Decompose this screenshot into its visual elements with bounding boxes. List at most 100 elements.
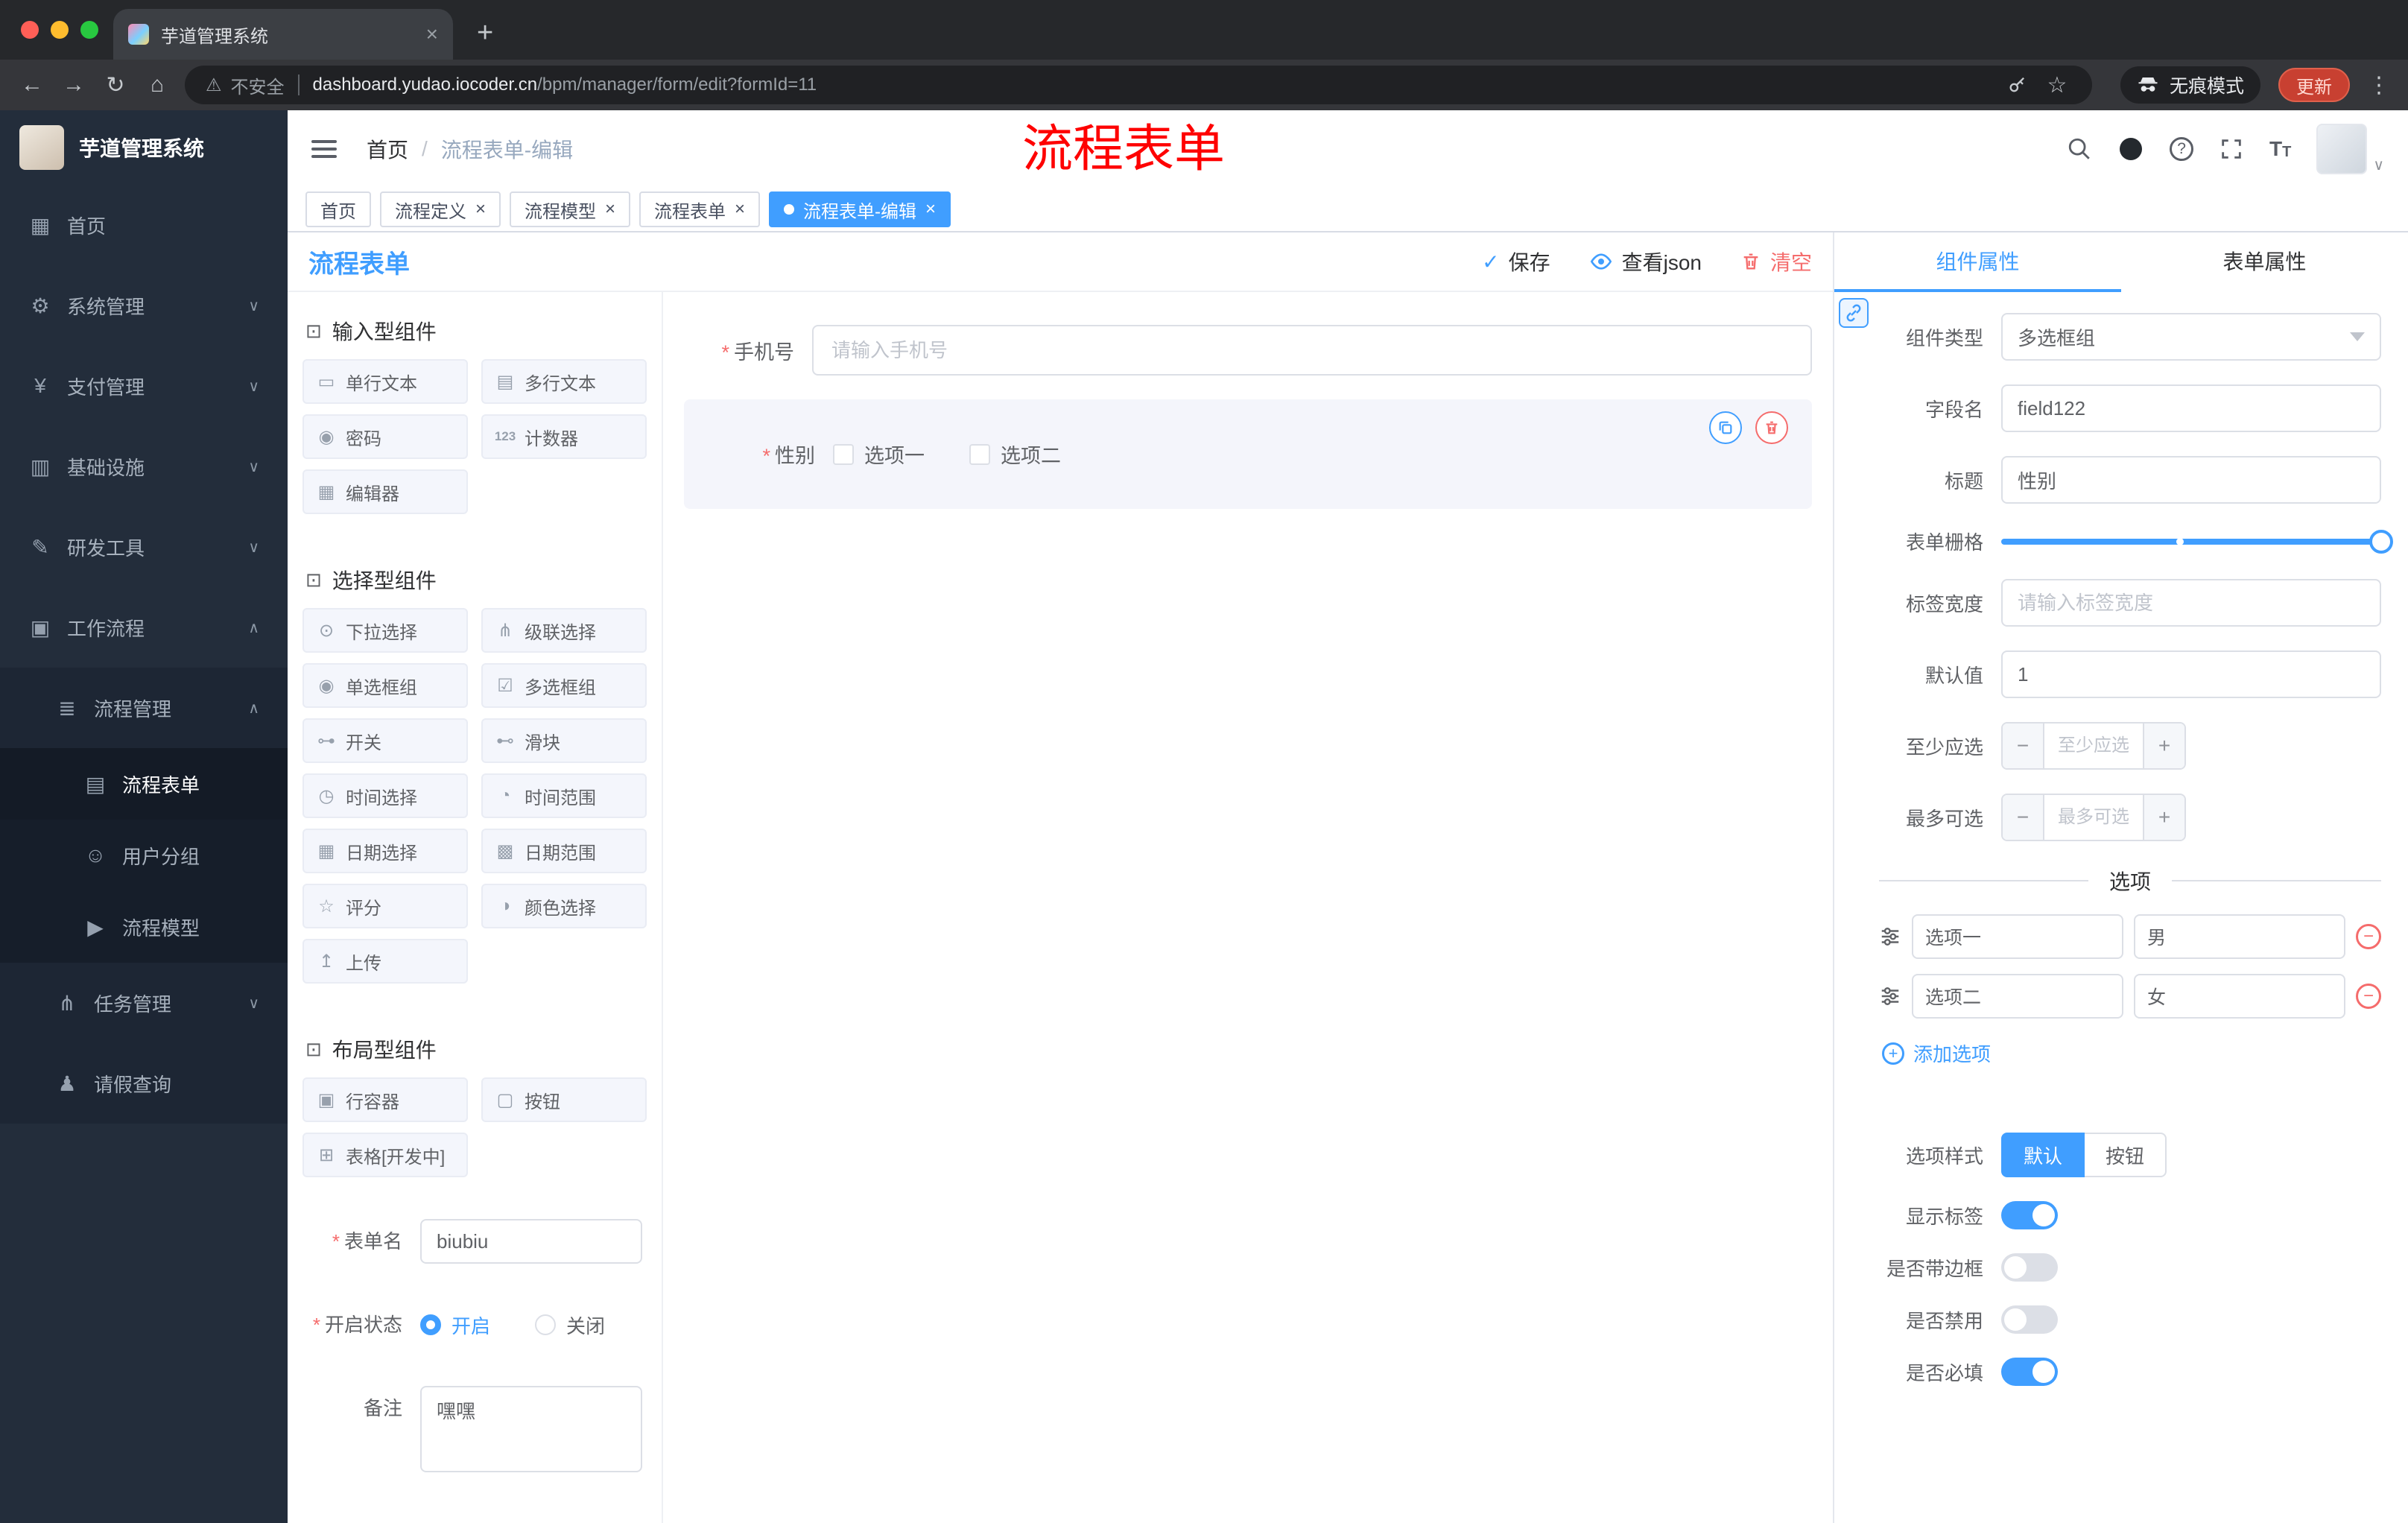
phone-input[interactable] — [812, 325, 1812, 376]
style-button-button[interactable]: 按钮 — [2085, 1133, 2167, 1177]
border-toggle[interactable] — [2001, 1253, 2058, 1282]
palette-item-select[interactable]: ⊙ 下拉选择 — [302, 608, 468, 653]
breadcrumb-home[interactable]: 首页 — [367, 134, 408, 164]
palette-item-button[interactable]: ▢ 按钮 — [481, 1077, 647, 1122]
palette-item-password[interactable]: ◉ 密码 — [302, 414, 468, 459]
status-on-radio[interactable]: 开启 — [420, 1311, 490, 1339]
sidebar-item-process-management[interactable]: ≣ 流程管理 ∧ — [0, 668, 288, 748]
remove-option-icon[interactable]: − — [2356, 984, 2381, 1009]
palette-item-color-picker[interactable]: ◑ 颜色选择 — [481, 884, 647, 928]
gender-option2-checkbox[interactable]: 选项二 — [969, 440, 1061, 469]
sidebar-item-system[interactable]: ⚙ 系统管理 ∨ — [0, 265, 288, 346]
canvas-field-gender-selected[interactable]: 性别 选项一 选项二 — [684, 399, 1812, 509]
required-toggle[interactable] — [2001, 1358, 2058, 1386]
canvas-field-phone[interactable]: 手机号 — [684, 325, 1812, 376]
copy-field-button[interactable] — [1709, 411, 1742, 444]
style-default-button[interactable]: 默认 — [2001, 1133, 2085, 1177]
increase-button[interactable]: + — [2143, 723, 2184, 768]
status-off-radio[interactable]: 关闭 — [535, 1311, 605, 1339]
clear-button[interactable]: 清空 — [1740, 247, 1812, 276]
forward-icon[interactable]: → — [60, 72, 88, 98]
palette-item-single-line-text[interactable]: ▭ 单行文本 — [302, 359, 468, 404]
address-bar[interactable]: ⚠ 不安全 dashboard.yudao.iocoder.cn/bpm/man… — [185, 66, 2092, 104]
palette-item-slider[interactable]: ⊷ 滑块 — [481, 718, 647, 763]
github-icon[interactable] — [2117, 136, 2144, 162]
page-tab-process-form[interactable]: 流程表单 × — [639, 191, 761, 227]
close-icon[interactable]: × — [925, 199, 936, 220]
min-select-input[interactable] — [2044, 723, 2143, 768]
sidebar-item-infrastructure[interactable]: ▥ 基础设施 ∨ — [0, 426, 288, 507]
palette-item-date-range[interactable]: ▩ 日期范围 — [481, 829, 647, 873]
palette-item-rate[interactable]: ☆ 评分 — [302, 884, 468, 928]
save-button[interactable]: ✓ 保存 — [1482, 247, 1550, 276]
palette-item-counter[interactable]: 123 计数器 — [481, 414, 647, 459]
palette-item-row-container[interactable]: ▣ 行容器 — [302, 1077, 468, 1122]
option2-label-input[interactable] — [1912, 974, 2123, 1019]
page-tab-process-form-edit[interactable]: 流程表单-编辑 × — [769, 191, 951, 227]
remove-option-icon[interactable]: − — [2356, 924, 2381, 949]
palette-item-editor[interactable]: ▦ 编辑器 — [302, 469, 468, 514]
close-window-button[interactable] — [21, 21, 39, 39]
increase-button[interactable]: + — [2143, 795, 2184, 840]
component-type-select[interactable]: 多选框组 — [2001, 313, 2381, 361]
page-tab-home[interactable]: 首页 — [305, 191, 371, 227]
option1-label-input[interactable] — [1912, 914, 2123, 959]
sidebar-item-workflow[interactable]: ▣ 工作流程 ∧ — [0, 587, 288, 668]
field-name-input[interactable] — [2001, 384, 2381, 432]
palette-item-switch[interactable]: ⊶ 开关 — [302, 718, 468, 763]
view-json-button[interactable]: 查看json — [1589, 247, 1702, 276]
close-icon[interactable]: × — [735, 199, 745, 220]
decrease-button[interactable]: − — [2003, 795, 2044, 840]
sidebar-item-user-group[interactable]: ☺ 用户分组 — [0, 820, 288, 891]
font-size-icon[interactable]: TT — [2269, 137, 2291, 161]
title-input[interactable] — [2001, 456, 2381, 504]
browser-menu-icon[interactable]: ⋮ — [2368, 72, 2390, 98]
drag-handle-icon[interactable] — [1879, 925, 1901, 948]
maximize-window-button[interactable] — [80, 21, 98, 39]
search-icon[interactable] — [2067, 136, 2092, 162]
max-select-input[interactable] — [2044, 795, 2143, 840]
add-option-button[interactable]: + 添加选项 — [1882, 1039, 2381, 1067]
palette-item-time-picker[interactable]: ◷ 时间选择 — [302, 773, 468, 818]
key-icon[interactable] — [2007, 75, 2028, 95]
page-tab-process-definition[interactable]: 流程定义 × — [380, 191, 501, 227]
palette-item-cascader[interactable]: ⋔ 级联选择 — [481, 608, 647, 653]
page-tab-process-model[interactable]: 流程模型 × — [510, 191, 631, 227]
tab-component-props[interactable]: 组件属性 — [1834, 232, 2121, 292]
form-canvas[interactable]: 手机号 性别 选项一 选项二 — [663, 292, 1833, 1523]
palette-item-radio-group[interactable]: ◉ 单选框组 — [302, 663, 468, 708]
security-indicator[interactable]: ⚠ 不安全 — [206, 72, 285, 98]
option2-value-input[interactable] — [2134, 974, 2345, 1019]
tab-form-props[interactable]: 表单属性 — [2121, 232, 2408, 292]
gender-option1-checkbox[interactable]: 选项一 — [833, 440, 925, 469]
close-icon[interactable]: × — [475, 199, 486, 220]
link-icon[interactable] — [1839, 298, 1869, 328]
palette-item-date-picker[interactable]: ▦ 日期选择 — [302, 829, 468, 873]
checkbox-box[interactable] — [969, 443, 990, 465]
sidebar-item-home[interactable]: ▦ 首页 — [0, 185, 288, 265]
avatar[interactable] — [2316, 124, 2368, 174]
default-value-input[interactable] — [2001, 650, 2381, 698]
sidebar-item-task-management[interactable]: ⋔ 任务管理 ∨ — [0, 963, 288, 1043]
drag-handle-icon[interactable] — [1879, 985, 1901, 1007]
slider-handle[interactable] — [2369, 529, 2393, 554]
app-logo[interactable]: 芋道管理系统 — [0, 110, 288, 185]
help-icon[interactable]: ? — [2170, 137, 2194, 161]
label-width-input[interactable] — [2001, 579, 2381, 627]
sidebar-item-process-model[interactable]: ▶ 流程模型 — [0, 891, 288, 963]
minimize-window-button[interactable] — [51, 21, 69, 39]
sidebar-item-leave-query[interactable]: ♟ 请假查询 — [0, 1043, 288, 1124]
option1-value-input[interactable] — [2134, 914, 2345, 959]
remark-textarea[interactable]: 嘿嘿 — [420, 1386, 642, 1472]
palette-item-table[interactable]: ⊞ 表格[开发中] — [302, 1133, 468, 1177]
collapse-menu-icon[interactable] — [311, 140, 337, 158]
update-button[interactable]: 更新 — [2278, 68, 2350, 102]
user-menu[interactable]: ∨ — [2316, 124, 2384, 174]
sidebar-item-process-form[interactable]: ▤ 流程表单 — [0, 748, 288, 820]
checkbox-box[interactable] — [833, 443, 854, 465]
tab-close-icon[interactable]: × — [426, 22, 438, 46]
grid-slider[interactable] — [2001, 529, 2393, 554]
new-tab-button[interactable]: + — [477, 17, 493, 49]
form-name-input[interactable] — [420, 1219, 642, 1264]
sidebar-item-devtools[interactable]: ✎ 研发工具 ∨ — [0, 507, 288, 587]
